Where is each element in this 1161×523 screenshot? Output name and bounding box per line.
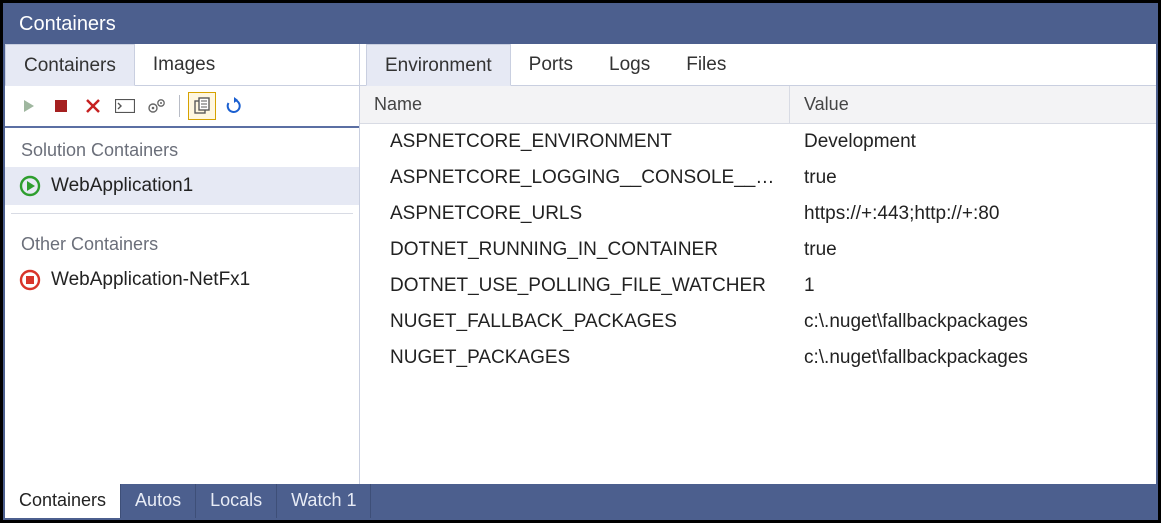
- copy-button[interactable]: [188, 92, 216, 120]
- copy-icon: [193, 97, 211, 115]
- refresh-icon: [225, 97, 243, 115]
- bottom-tab-watch1[interactable]: Watch 1: [277, 484, 371, 518]
- section-solution-label: Solution Containers: [5, 128, 359, 167]
- bottom-tab-containers[interactable]: Containers: [5, 484, 121, 518]
- env-value: c:\.nuget\fallbackpackages: [790, 304, 1156, 340]
- close-icon: [85, 98, 101, 114]
- left-tabstrip: Containers Images: [5, 44, 359, 86]
- env-row[interactable]: NUGET_PACKAGESc:\.nuget\fallbackpackages: [360, 340, 1156, 376]
- tab-ports[interactable]: Ports: [511, 44, 591, 85]
- gears-icon: [147, 98, 167, 114]
- col-header-name[interactable]: Name: [360, 86, 790, 123]
- start-button[interactable]: [15, 92, 43, 120]
- terminal-button[interactable]: [111, 92, 139, 120]
- tab-logs[interactable]: Logs: [591, 44, 668, 85]
- window-title: Containers: [5, 5, 1156, 44]
- toolbar: [5, 86, 359, 128]
- containers-tool-window: Containers Containers Images: [3, 3, 1158, 520]
- tab-containers[interactable]: Containers: [5, 44, 135, 86]
- col-header-value[interactable]: Value: [790, 86, 1156, 123]
- env-name: NUGET_FALLBACK_PACKAGES: [360, 304, 790, 340]
- details-panel: Environment Ports Logs Files Name Value …: [360, 44, 1156, 484]
- bottom-tab-locals[interactable]: Locals: [196, 484, 277, 518]
- tab-files[interactable]: Files: [668, 44, 744, 85]
- env-row[interactable]: DOTNET_USE_POLLING_FILE_WATCHER1: [360, 268, 1156, 304]
- env-grid-body: ASPNETCORE_ENVIRONMENTDevelopmentASPNETC…: [360, 124, 1156, 484]
- env-value: c:\.nuget\fallbackpackages: [790, 340, 1156, 376]
- env-row[interactable]: ASPNETCORE_LOGGING__CONSOLE__DISA...true: [360, 160, 1156, 196]
- env-value: https://+:443;http://+:80: [790, 196, 1156, 232]
- left-panel: Containers Images: [5, 44, 360, 484]
- stopped-status-icon: [19, 269, 41, 291]
- container-item-webapplication1[interactable]: WebApplication1: [5, 167, 359, 205]
- section-other-label: Other Containers: [5, 222, 359, 261]
- tab-environment[interactable]: Environment: [366, 44, 511, 86]
- env-row[interactable]: ASPNETCORE_URLShttps://+:443;http://+:80: [360, 196, 1156, 232]
- env-name: DOTNET_RUNNING_IN_CONTAINER: [360, 232, 790, 268]
- env-value: 1: [790, 268, 1156, 304]
- env-name: DOTNET_USE_POLLING_FILE_WATCHER: [360, 268, 790, 304]
- env-row[interactable]: NUGET_FALLBACK_PACKAGESc:\.nuget\fallbac…: [360, 304, 1156, 340]
- env-name: ASPNETCORE_LOGGING__CONSOLE__DISA...: [360, 160, 790, 196]
- env-row[interactable]: ASPNETCORE_ENVIRONMENTDevelopment: [360, 124, 1156, 160]
- tab-images[interactable]: Images: [135, 44, 233, 85]
- running-status-icon: [19, 175, 41, 197]
- play-icon: [21, 98, 37, 114]
- settings-button[interactable]: [143, 92, 171, 120]
- section-divider: [11, 213, 353, 214]
- window-body: Containers Images: [5, 44, 1156, 484]
- bottom-tabstrip: Containers Autos Locals Watch 1: [5, 484, 1156, 518]
- container-item-webapplication-netfx1[interactable]: WebApplication-NetFx1: [5, 261, 359, 299]
- container-item-label: WebApplication-NetFx1: [51, 269, 250, 291]
- stop-icon: [54, 99, 68, 113]
- container-item-label: WebApplication1: [51, 175, 193, 197]
- stop-button[interactable]: [47, 92, 75, 120]
- env-grid-header: Name Value: [360, 86, 1156, 124]
- details-tabstrip: Environment Ports Logs Files: [360, 44, 1156, 86]
- terminal-icon: [115, 99, 135, 113]
- env-value: true: [790, 160, 1156, 196]
- toolbar-separator: [179, 95, 180, 117]
- env-name: ASPNETCORE_URLS: [360, 196, 790, 232]
- env-name: NUGET_PACKAGES: [360, 340, 790, 376]
- env-value: true: [790, 232, 1156, 268]
- refresh-button[interactable]: [220, 92, 248, 120]
- delete-button[interactable]: [79, 92, 107, 120]
- env-value: Development: [790, 124, 1156, 160]
- env-row[interactable]: DOTNET_RUNNING_IN_CONTAINERtrue: [360, 232, 1156, 268]
- bottom-tab-autos[interactable]: Autos: [121, 484, 196, 518]
- env-name: ASPNETCORE_ENVIRONMENT: [360, 124, 790, 160]
